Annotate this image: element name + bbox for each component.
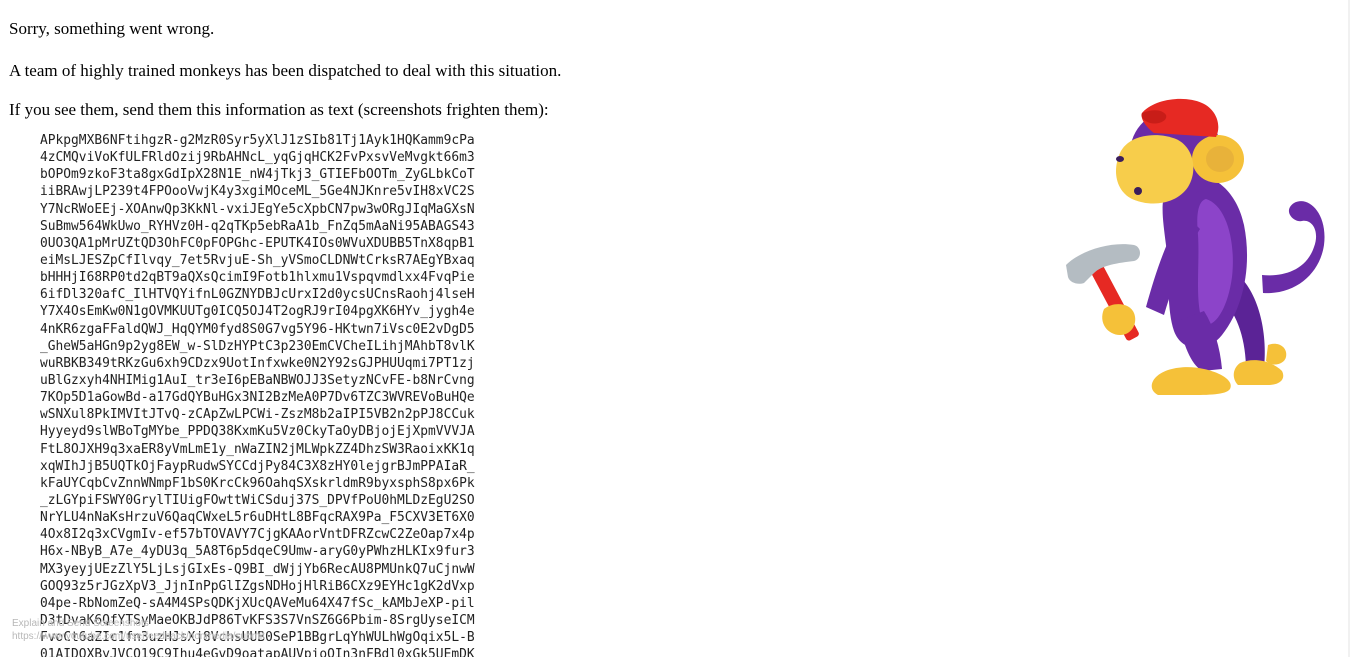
error-info-line[interactable]: FtL8OJXH9q3xaER8yVmLmE1y_nWaZIN2jMLWpkZZ… xyxy=(40,441,475,458)
error-info-line[interactable]: 4nKR6zgaFFaldQWJ_HqQYM0fyd8S0G7vg5Y96-HK… xyxy=(40,321,475,338)
error-info-line[interactable]: 4Ox8I2q3xCVgmIv-ef57bTOVAVY7CjgKAAorVntD… xyxy=(40,526,475,543)
error-info-line[interactable]: Y7NcRWoEEj-XOAnwQp3KkNl-vxiJEgYe5cXpbCN7… xyxy=(40,201,475,218)
feedback-link-label[interactable]: Explain and Send Screenshots xyxy=(12,617,265,630)
error-info-line[interactable]: H6x-NByB_A7e_4yDU3q_5A8T6p5dqeC9Umw-aryG… xyxy=(40,543,475,560)
monkeys-message: A team of highly trained monkeys has bee… xyxy=(9,61,562,80)
error-info-line[interactable]: uBlGzxyh4NHIMig1AuI_tr3eI6pEBaNBWOJJ3Set… xyxy=(40,372,475,389)
error-info-line[interactable]: _zLGYpiFSWY0GrylTIUigFOwttWiCSduj37S_DPV… xyxy=(40,492,475,509)
monkey-front-foot xyxy=(1151,367,1231,395)
error-page: Sorry, something went wrong. A team of h… xyxy=(0,0,1350,657)
error-info-line[interactable]: Y7X4OsEmKw0N1gOVMKUUTg0ICQ5OJ4T2ogRJ9rI0… xyxy=(40,303,475,320)
error-info-line[interactable]: kFaUYCqbCvZnnWNmpF1bS0KrcCk96OahqSXskrld… xyxy=(40,475,475,492)
monkey-knee xyxy=(1266,343,1287,365)
error-info-line[interactable]: 04pe-RbNomZeQ-sA4M4SPsQDKjXUcQAVeMu64X47… xyxy=(40,595,475,612)
error-info-line[interactable]: MX3yeyjUEzZlY5LjLsjGIxEs-Q9BI_dWjjYb6Rec… xyxy=(40,561,475,578)
error-info-line[interactable]: 01AIDOXByJVCO19C9Ihu4eGvD9oatapAUVpioOIn… xyxy=(40,646,475,657)
error-info-line[interactable]: wuRBKB349tRKzGu6xh9CDzx9UotInfxwke0N2Y92… xyxy=(40,355,475,372)
feedback-overlay[interactable]: Explain and Send Screenshots https://www… xyxy=(12,617,265,643)
error-info-line[interactable]: SuBmw564WkUwo_RYHVz0H-q2qTKp5ebRaA1b_FnZ… xyxy=(40,218,475,235)
error-info-line[interactable]: bHHHjI68RP0td2qBT9aQXsQcimI9Fotb1hlxmu1V… xyxy=(40,269,475,286)
error-info-line[interactable]: 7KOp5D1aGowBd-a17GdQYBuHGx3NI2BzMeA0P7Dv… xyxy=(40,389,475,406)
error-info-line[interactable]: 6ifDl320afC_IlHTVQYifnL0GZNYDBJcUrxI2d0y… xyxy=(40,286,475,303)
error-info-line[interactable]: 4zCMQviVoKfULFRldOzij9RbAHNcL_yqGjqHCK2F… xyxy=(40,149,475,166)
error-info-line[interactable]: _GheW5aHGn9p2yg8EW_w-SlDzHYPtC3p230EmCVC… xyxy=(40,338,475,355)
monkey-eye xyxy=(1134,187,1142,195)
monkey-with-hammer-icon xyxy=(1066,98,1325,395)
instructions-message: If you see them, send them this informat… xyxy=(9,100,549,119)
monkey-tail xyxy=(1262,201,1325,294)
error-info-line[interactable]: 0UO3QA1pMrUZtQD3OhFC0pFOPGhc-EPUTK4IOs0W… xyxy=(40,235,475,252)
error-info-line[interactable]: Hyyeyd9slWBoTgMYbe_PPDQ38KxmKu5Vz0CkyTaO… xyxy=(40,423,475,440)
error-info-line[interactable]: GOQ93z5rJGzXpV3_JjnInPpGlIZgsNDHojHlRiB6… xyxy=(40,578,475,595)
error-info-line[interactable]: iiBRAwjLP239t4FPOooVwjK4y3xgiMOceML_5Ge4… xyxy=(40,183,475,200)
monkey-ear-inner xyxy=(1206,146,1234,172)
error-info-line[interactable]: wSNXul8PkIMVItJTvQ-zCApZwLPCWi-ZszM8b2aI… xyxy=(40,406,475,423)
monkey-face xyxy=(1116,135,1194,204)
error-info-line[interactable]: APkpgMXB6NFtihgzR-g2MzR0Syr5yXlJ1zSIb81T… xyxy=(40,132,475,149)
error-info-line[interactable]: bOPOm9zkoF3ta8gxGdIpX28N1E_nW4jTkj3_GTIE… xyxy=(40,166,475,183)
error-info-block[interactable]: APkpgMXB6NFtihgzR-g2MzR0Syr5yXlJ1zSIb81T… xyxy=(40,132,475,657)
error-heading: Sorry, something went wrong. xyxy=(9,19,215,38)
error-info-line[interactable]: xqWIhJjB5UQTkOjFaypRudwSYCCdjPy84C3X8zHY… xyxy=(40,458,475,475)
monkey-nose xyxy=(1116,156,1124,162)
error-info-line[interactable]: NrYLU4nNaKsHrzuV6QaqCWxeL5r6uDHtL8BFqcRA… xyxy=(40,509,475,526)
feedback-url[interactable]: https://www.youtube.com/userfeedback/non… xyxy=(12,630,265,643)
error-info-line[interactable]: eiMsLJESZpCfIlvqy_7et5RvjuE-Sh_yVSmoCLDN… xyxy=(40,252,475,269)
monkey-hand xyxy=(1102,304,1136,335)
